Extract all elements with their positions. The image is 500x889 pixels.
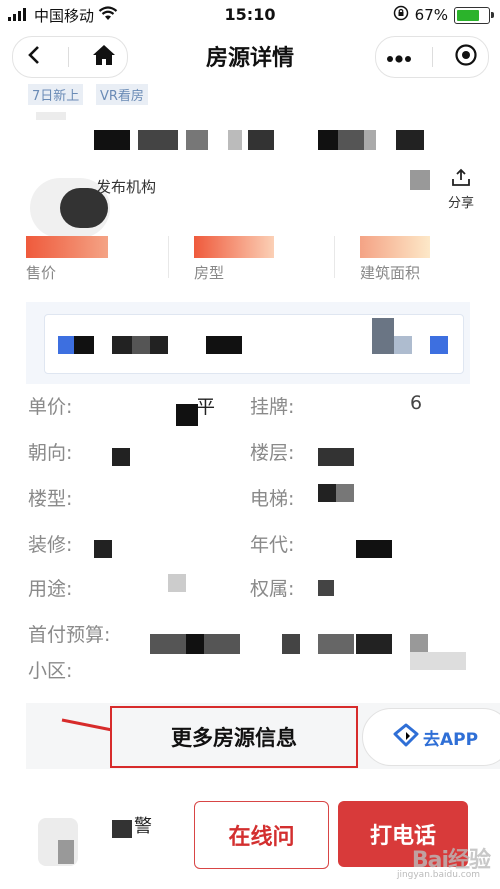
pixel-block	[410, 170, 430, 190]
pixel-block	[248, 130, 274, 150]
stat-label-area: 建筑面积	[360, 264, 421, 282]
stat-divider	[334, 236, 335, 278]
rotation-lock-icon	[393, 5, 409, 25]
pixel-block	[112, 336, 132, 354]
pixel-block	[112, 448, 130, 466]
pixel-block	[410, 652, 466, 670]
pixel-block	[150, 336, 168, 354]
label-floor: 楼层:	[250, 442, 295, 464]
status-right: 67%	[393, 5, 494, 25]
pixel-block	[94, 540, 112, 558]
label-year: 年代:	[250, 534, 295, 556]
label-unit-price: 单价:	[28, 396, 73, 418]
share-button[interactable]: 分享	[448, 168, 474, 211]
pixel-block	[168, 574, 186, 592]
watermark-url: jingyan.baidu.com	[396, 870, 480, 880]
pixel-block	[112, 820, 132, 838]
pixel-block	[430, 336, 448, 354]
go-app-button[interactable]: 去APP	[362, 708, 500, 766]
capsule-divider	[432, 47, 434, 67]
stat-label-price: 售价	[26, 264, 57, 282]
pixel-block	[186, 130, 208, 150]
pixel-block	[394, 336, 412, 354]
pixel-block	[206, 336, 242, 354]
tag-new: 7日新上	[28, 84, 84, 105]
label-building-type: 楼型:	[28, 488, 73, 510]
share-icon	[448, 168, 474, 192]
pixel-block	[74, 336, 94, 354]
pixel-block	[318, 580, 334, 596]
pixel-block	[138, 130, 178, 150]
layout-value-pixel	[194, 236, 274, 258]
tag-vr: VR看房	[96, 84, 148, 105]
pixel-block	[132, 336, 150, 354]
unit-price-fragment: 平	[196, 396, 216, 418]
agent-avatar-pixel	[58, 840, 74, 864]
online-chat-button[interactable]: 在线问	[194, 801, 329, 869]
go-app-label: 去APP	[423, 729, 479, 750]
label-ownership: 权属:	[250, 578, 295, 600]
status-bar: 中国移动 15:10 67%	[0, 0, 500, 30]
pixel-block	[94, 130, 130, 150]
stat-divider	[168, 236, 169, 278]
pixel-block	[204, 634, 240, 654]
pixel-block	[176, 404, 198, 426]
pixel-block	[318, 484, 336, 502]
pixel-block	[364, 130, 376, 150]
area-value-pixel	[360, 236, 430, 258]
more-dots-icon[interactable]	[386, 48, 412, 67]
pixel-block	[150, 634, 186, 654]
pixel-block	[36, 112, 66, 120]
listed-fragment: 6	[410, 392, 423, 414]
battery-percent: 67%	[414, 6, 448, 24]
pixel-block	[396, 130, 424, 150]
pixel-block	[356, 540, 392, 558]
stat-label-layout: 房型	[194, 264, 225, 282]
price-value-pixel	[26, 236, 108, 258]
label-listed: 挂牌:	[250, 396, 295, 418]
pixel-block	[186, 634, 204, 654]
nav-right-capsule	[375, 36, 489, 78]
label-elevator: 电梯:	[250, 488, 295, 510]
label-usage: 用途:	[28, 578, 73, 600]
agent-name-fragment: 警	[134, 816, 152, 837]
battery-icon	[454, 6, 494, 24]
pixel-block	[228, 130, 242, 150]
label-orientation: 朝向:	[28, 442, 73, 464]
pixel-block	[338, 130, 364, 150]
close-target-icon[interactable]	[454, 43, 478, 71]
pixel-block	[282, 634, 300, 654]
app-logo-icon	[393, 723, 419, 752]
more-info-button[interactable]: 更多房源信息	[110, 706, 358, 768]
label-decoration: 装修:	[28, 534, 73, 556]
pixel-block	[58, 336, 74, 354]
label-down-payment: 首付预算:	[28, 624, 111, 646]
pixel-block	[372, 318, 394, 354]
pixel-block	[318, 634, 354, 654]
pixel-block	[356, 634, 392, 654]
pixel-block	[318, 448, 354, 466]
publisher-text: 发布机构	[96, 178, 157, 196]
share-label: 分享	[447, 196, 474, 211]
label-community: 小区:	[28, 660, 73, 682]
pixel-block	[410, 634, 428, 654]
pixel-block	[336, 484, 354, 502]
pixel-block	[318, 130, 338, 150]
